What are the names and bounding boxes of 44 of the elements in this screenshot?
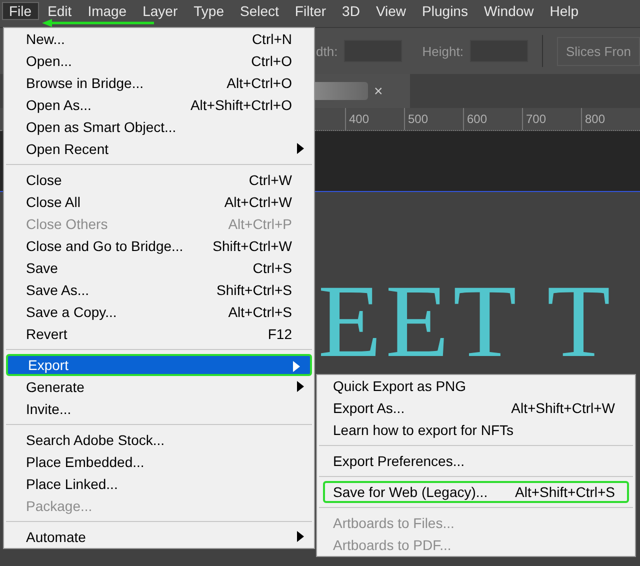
menu-item[interactable]: Search Adobe Stock...	[4, 429, 314, 451]
menu-item[interactable]: Close Ctrl+W	[4, 169, 314, 191]
ruler-number: 700	[522, 108, 573, 130]
menu-item[interactable]: Open Recent	[4, 138, 314, 160]
menu-item[interactable]: Close and Go to Bridge... Shift+Ctrl+W	[4, 235, 314, 257]
menu-item[interactable]: Export Preferences...	[317, 450, 635, 472]
menu-item[interactable]: Revert F12	[4, 323, 314, 345]
menu-bar-item[interactable]: File	[3, 3, 38, 19]
menu-item[interactable]: Save for Web (Legacy)... Alt+Shift+Ctrl+S	[323, 481, 629, 503]
menu-bar-item[interactable]: View	[376, 3, 406, 19]
menu-bar-item[interactable]: Type	[194, 3, 224, 19]
ruler-number: 600	[463, 108, 514, 130]
menu-item[interactable]: Close All Alt+Ctrl+W	[4, 191, 314, 213]
menu-item[interactable]: New... Ctrl+N	[4, 28, 314, 50]
menu-item[interactable]: Save a Copy... Alt+Ctrl+S	[4, 301, 314, 323]
height-label: Height:	[422, 44, 464, 58]
close-tab-button[interactable]: ×	[374, 82, 383, 100]
ruler-number: 800	[581, 108, 632, 130]
menu-item[interactable]: Place Linked...	[4, 473, 314, 495]
menu-item[interactable]: Generate	[4, 376, 314, 398]
menu-bar-item[interactable]: 3D	[342, 3, 360, 19]
menu-item[interactable]: Open... Ctrl+O	[4, 50, 314, 72]
menu-item[interactable]: Save As... Shift+Ctrl+S	[4, 279, 314, 301]
menu-item[interactable]: Save Ctrl+S	[4, 257, 314, 279]
menu-bar-item[interactable]: Window	[484, 3, 534, 19]
menu-bar-item[interactable]: Image	[88, 3, 127, 19]
menu-item[interactable]: Automate	[4, 526, 314, 548]
menu-bar-item[interactable]: Help	[550, 3, 579, 19]
menu-item[interactable]: Learn how to export for NFTs	[317, 419, 635, 441]
menu-bar-item[interactable]: Plugins	[422, 3, 468, 19]
menu-item[interactable]: Export As... Alt+Shift+Ctrl+W	[317, 397, 635, 419]
ruler-number: 500	[404, 108, 455, 130]
menu-bar-item[interactable]: Filter	[294, 3, 326, 19]
menu-item[interactable]: Open as Smart Object...	[4, 116, 314, 138]
menu-bar-item[interactable]: Select	[240, 3, 279, 19]
menu-item[interactable]: Quick Export as PNG	[317, 375, 635, 397]
menu-item[interactable]: Place Embedded...	[4, 451, 314, 473]
width-label: dth:	[316, 44, 338, 58]
canvas-text: EET T	[318, 280, 614, 364]
menu-item[interactable]: Invite...	[4, 398, 314, 420]
menu-item[interactable]: Export	[6, 354, 312, 376]
menu-bar-item[interactable]: Layer	[142, 3, 178, 19]
ruler-number: 400	[345, 108, 396, 130]
menu-bar-item[interactable]: Edit	[48, 3, 72, 19]
